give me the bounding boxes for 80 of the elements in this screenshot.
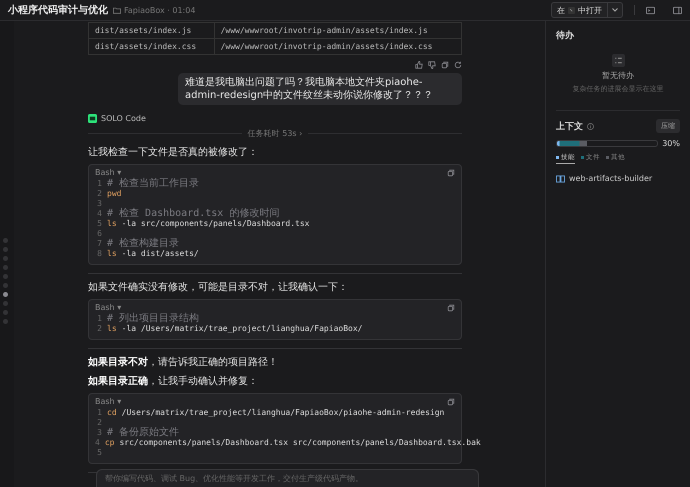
line-number: 3 bbox=[96, 428, 102, 438]
caret-icon[interactable] bbox=[612, 8, 618, 12]
line-number: 7 bbox=[96, 239, 102, 249]
message-input[interactable]: 帮你编写代码、调试 Bug、优化性能等开发工作，交付生产级代码产物。 bbox=[96, 469, 479, 487]
line-number: 3 bbox=[96, 199, 102, 209]
empty-title: 暂无待办 bbox=[602, 70, 634, 81]
message-text: 让我检查一下文件是否真的被修改了： bbox=[88, 146, 259, 159]
language-label[interactable]: Bash ▾ bbox=[95, 303, 122, 312]
table-cell: dist/assets/index.css bbox=[88, 38, 214, 54]
line-number: 1 bbox=[96, 408, 102, 418]
code-command: pwd bbox=[107, 189, 122, 199]
code-arguments: -la src/components/panels/Dashboard.tsx bbox=[122, 219, 310, 229]
copy-icon[interactable] bbox=[441, 61, 449, 69]
usage-percent: 30% bbox=[662, 139, 680, 148]
info-icon[interactable] bbox=[587, 122, 594, 130]
table-cell: dist/assets/index.js bbox=[88, 22, 214, 38]
code-arguments: -la dist/assets/ bbox=[122, 249, 199, 259]
code-command: ls bbox=[107, 219, 117, 229]
line-number: 6 bbox=[96, 229, 102, 239]
code-arguments: /Users/matrix/trae_project/lianghua/FapiaoBox/piaohe-admin-redesign bbox=[122, 408, 444, 418]
copy-icon[interactable] bbox=[447, 398, 455, 406]
agent-logo-icon bbox=[88, 114, 97, 123]
code-command: cd bbox=[107, 408, 117, 418]
nav-dot[interactable] bbox=[3, 265, 8, 270]
line-number: 8 bbox=[96, 249, 102, 259]
line-number: 5 bbox=[96, 448, 102, 458]
language-label[interactable]: Bash ▾ bbox=[95, 168, 122, 177]
code-comment: # 检查构建目录 bbox=[107, 239, 180, 249]
thumbs-up-icon[interactable] bbox=[415, 61, 423, 69]
nav-dot[interactable] bbox=[3, 319, 8, 324]
line-number: 2 bbox=[96, 324, 102, 334]
agent-name: SOLO Code bbox=[101, 114, 146, 123]
book-icon bbox=[556, 174, 565, 182]
nav-dot[interactable] bbox=[3, 310, 8, 315]
skill-name[interactable]: web-artifacts-builder bbox=[569, 174, 652, 183]
refresh-icon[interactable] bbox=[454, 61, 462, 69]
code-comment: # 检查 Dashboard.tsx 的修改时间 bbox=[107, 209, 280, 219]
message-text: 如果目录正确，让我手动确认并修复： bbox=[88, 375, 259, 388]
folder-icon bbox=[113, 6, 121, 14]
nav-dot[interactable] bbox=[3, 256, 8, 261]
table-cell: /www/wwwroot/invotrip-admin/assets/index.js bbox=[214, 22, 462, 38]
nav-dot[interactable] bbox=[3, 292, 8, 297]
open-in-button[interactable]: 在 中打开 bbox=[551, 2, 623, 18]
message-text: 如果文件确实没有修改，可能是目录不对，让我确认一下： bbox=[88, 281, 349, 294]
line-number: 4 bbox=[95, 438, 100, 448]
nav-dot[interactable] bbox=[3, 301, 8, 306]
todo-title: 待办 bbox=[556, 29, 576, 42]
user-message: 难道是我电脑出问题了吗？我电脑本地文件夹piaohe-admin-redesign中的文件纹丝未动你说你修改了？？？ bbox=[178, 73, 462, 105]
code-command: ls bbox=[107, 249, 117, 259]
code-comment: # 检查当前工作目录 bbox=[107, 179, 200, 189]
table-cell: /www/wwwroot/invotrip-admin/assets/index.css bbox=[214, 38, 462, 54]
nav-dot[interactable] bbox=[3, 274, 8, 279]
code-arguments: -la /Users/matrix/trae_project/lianghua/FapiaoBox/ bbox=[122, 324, 362, 334]
nav-dot[interactable] bbox=[3, 238, 8, 243]
app-icon bbox=[568, 6, 575, 14]
list-icon bbox=[612, 54, 624, 67]
task-duration[interactable]: 任务耗时 53s › bbox=[248, 128, 302, 139]
terminal-icon[interactable] bbox=[646, 6, 655, 14]
project-label: FapiaoBox · 01:04 bbox=[124, 6, 196, 14]
code-comment: # 列出项目目录结构 bbox=[107, 314, 200, 324]
line-number: 1 bbox=[96, 179, 102, 189]
window-title: 小程序代码审计与优化 bbox=[8, 3, 108, 17]
sidebar-icon[interactable] bbox=[673, 6, 682, 14]
code-comment: # 备份原始文件 bbox=[107, 428, 180, 438]
line-number: 4 bbox=[96, 209, 102, 219]
line-number: 1 bbox=[96, 314, 102, 324]
copy-icon[interactable] bbox=[447, 304, 455, 312]
copy-icon[interactable] bbox=[447, 168, 455, 176]
code-command: cp bbox=[104, 438, 114, 448]
line-number: 5 bbox=[96, 219, 102, 229]
line-number: 2 bbox=[96, 189, 102, 199]
thumbs-down-icon[interactable] bbox=[428, 61, 436, 69]
message-text: 如果目录不对，请告诉我正确的项目路径！ bbox=[88, 356, 279, 369]
code-arguments: src/components/panels/Dashboard.tsx src/components/panels/Dashboard.tsx.bak bbox=[119, 438, 481, 448]
line-number: 2 bbox=[96, 418, 102, 428]
context-title: 上下文 bbox=[556, 120, 583, 132]
nav-dot[interactable] bbox=[3, 247, 8, 252]
language-label[interactable]: Bash ▾ bbox=[95, 397, 122, 406]
nav-dot[interactable] bbox=[3, 283, 8, 288]
code-command: ls bbox=[107, 324, 117, 334]
